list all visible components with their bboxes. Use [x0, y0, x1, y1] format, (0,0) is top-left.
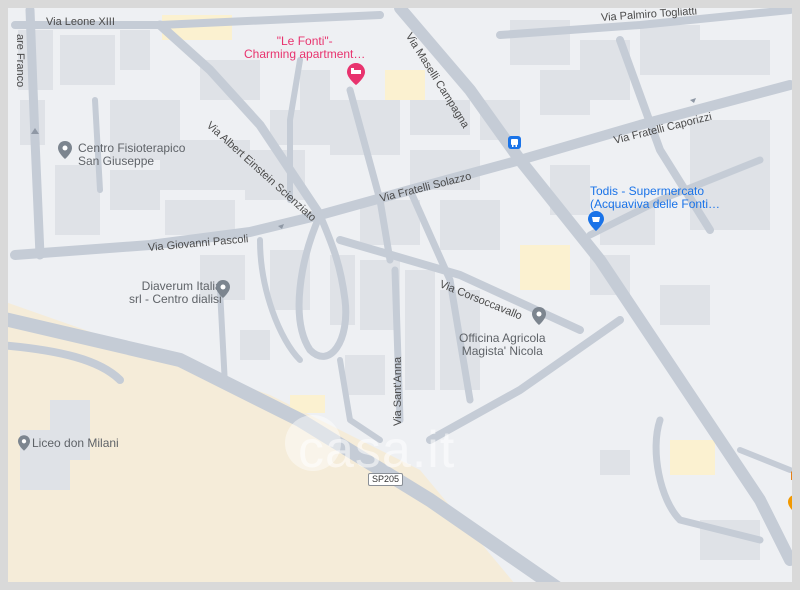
street-label-via-franco: are Franco — [14, 34, 26, 88]
poi-label-edge-fragment-top[interactable]: Il — [790, 470, 792, 483]
place-pin-icon[interactable] — [18, 435, 30, 456]
bus-stop-icon[interactable] — [508, 136, 521, 149]
shopping-pin-icon[interactable] — [588, 211, 604, 236]
poi-label-le-fonti[interactable]: "Le Fonti"- Charming apartment… — [244, 35, 365, 61]
street-label-via-leone-xiii: Via Leone XIII — [46, 16, 115, 28]
map-canvas[interactable] — [0, 0, 800, 590]
map-viewport[interactable]: Via Leone XIII Via Palmiro Togliatti Via… — [0, 0, 800, 590]
poi-label-todis[interactable]: Todis - Supermercato (Acquaviva delle Fo… — [590, 185, 720, 211]
poi-label-liceo[interactable]: Liceo don Milani — [32, 437, 119, 450]
street-label-via-sant-anna: Via Sant'Anna — [392, 356, 404, 426]
hotel-pin-icon[interactable] — [347, 63, 365, 90]
poi-label-officina-agricola[interactable]: Officina Agricola Magista' Nicola — [459, 332, 546, 358]
place-pin-icon[interactable] — [216, 280, 230, 303]
place-pin-icon[interactable] — [532, 307, 546, 330]
place-pin-icon[interactable] — [58, 141, 72, 164]
watermark-logo: casa.it — [298, 421, 456, 479]
food-pin-icon[interactable] — [788, 495, 792, 518]
poi-label-edge-fragment-bottom[interactable]: P — [794, 483, 800, 496]
poi-label-centro-fisioterapico[interactable]: Centro Fisioterapico San Giuseppe — [78, 142, 185, 168]
poi-label-diaverum[interactable]: Diaverum Italia srl - Centro dialisi — [129, 280, 222, 306]
